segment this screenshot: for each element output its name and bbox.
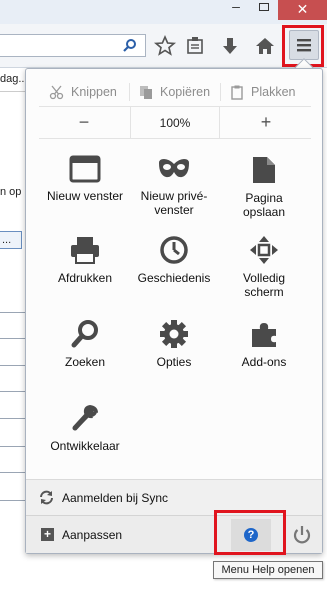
- options-button[interactable]: Opties: [126, 319, 222, 369]
- quit-button[interactable]: [284, 519, 320, 551]
- copy-button[interactable]: Kopiëren: [139, 77, 210, 107]
- tile-label: Zoeken: [64, 355, 106, 369]
- edit-controls: Knippen Kopiëren Plakken: [39, 77, 311, 107]
- print-button[interactable]: Afdrukken: [37, 235, 133, 285]
- page-divider: [0, 472, 25, 473]
- search-icon[interactable]: [121, 38, 139, 54]
- search-input[interactable]: [0, 34, 146, 57]
- divider: [129, 83, 130, 101]
- maximize-icon: [259, 3, 269, 11]
- tile-label: Nieuw privé-venster: [140, 189, 208, 217]
- page-text: n op: [0, 186, 22, 198]
- sync-label: Aanmelden bij Sync: [62, 491, 169, 505]
- tile-label: Pagina opslaan: [242, 191, 286, 219]
- tile-label: Volledig scherm: [242, 271, 286, 299]
- fullscreen-icon: [250, 236, 278, 264]
- save-page-button[interactable]: Pagina opslaan: [216, 155, 312, 219]
- cut-button[interactable]: Knippen: [49, 77, 117, 107]
- tile-label: Ontwikkelaar: [50, 439, 120, 453]
- help-tooltip: Menu Help openen: [213, 561, 323, 579]
- new-window-icon: [69, 155, 101, 183]
- home-icon[interactable]: [253, 34, 277, 58]
- search-icon: [71, 320, 98, 348]
- page-divider: [0, 365, 25, 366]
- page-divider: [0, 338, 25, 339]
- page-divider: [0, 500, 25, 501]
- page-divider: [0, 418, 25, 419]
- clipboard-icon: [231, 85, 243, 100]
- zoom-out-button[interactable]: −: [39, 107, 129, 139]
- download-icon[interactable]: [218, 34, 242, 58]
- divider: [220, 83, 221, 101]
- private-mask-icon: [159, 159, 189, 178]
- history-clock-icon: [160, 236, 188, 264]
- close-window-button[interactable]: ✕: [278, 0, 327, 20]
- zoom-controls: − 100% +: [39, 107, 311, 139]
- gear-icon: [160, 320, 188, 348]
- paste-button[interactable]: Plakken: [230, 77, 295, 107]
- bookmark-star-icon[interactable]: [153, 34, 177, 58]
- bookmarks-list-icon[interactable]: [183, 34, 207, 58]
- tile-label: Nieuw venster: [46, 189, 124, 203]
- sync-icon: [40, 490, 53, 505]
- new-window-button[interactable]: Nieuw venster: [37, 155, 133, 203]
- copy-label: Kopiëren: [160, 85, 211, 99]
- zoom-in-button[interactable]: +: [221, 107, 311, 139]
- tile-label: Add-ons: [241, 355, 287, 369]
- tile-label: Afdrukken: [57, 271, 113, 285]
- puzzle-icon: [252, 323, 276, 347]
- page-divider: [0, 446, 25, 447]
- power-icon: [293, 526, 311, 544]
- find-button[interactable]: Zoeken: [37, 319, 133, 369]
- fullscreen-button[interactable]: Volledig scherm: [216, 235, 312, 299]
- page-divider: [0, 312, 25, 313]
- wrench-icon: [72, 405, 98, 431]
- paste-label: Plakken: [251, 85, 296, 99]
- tile-label: Geschiedenis: [137, 271, 211, 285]
- minimize-button[interactable]: –: [222, 0, 250, 18]
- page-button[interactable]: ...: [0, 231, 22, 249]
- developer-button[interactable]: Ontwikkelaar: [37, 403, 133, 453]
- cut-label: Knippen: [71, 85, 117, 99]
- customize-label: Aanpassen: [62, 528, 123, 542]
- main-menu-panel: Knippen Kopiëren Plakken − 100% + Nieuw …: [25, 68, 323, 554]
- page-divider: [0, 391, 25, 392]
- maximize-button[interactable]: [250, 0, 278, 18]
- save-page-icon: [253, 157, 275, 183]
- plus-icon: +: [41, 528, 54, 541]
- printer-icon: [71, 237, 99, 264]
- zoom-reset-button[interactable]: 100%: [130, 107, 220, 139]
- new-private-window-button[interactable]: Nieuw privé-venster: [126, 155, 222, 217]
- history-button[interactable]: Geschiedenis: [126, 235, 222, 285]
- scissors-icon: [49, 85, 64, 99]
- addons-button[interactable]: Add-ons: [216, 319, 312, 369]
- customize-button[interactable]: + Aanpassen: [26, 516, 221, 554]
- help-button-highlight: [214, 510, 286, 555]
- bookmark-item[interactable]: dag...: [0, 73, 28, 85]
- tile-label: Opties: [156, 355, 192, 369]
- copy-icon: [140, 85, 152, 99]
